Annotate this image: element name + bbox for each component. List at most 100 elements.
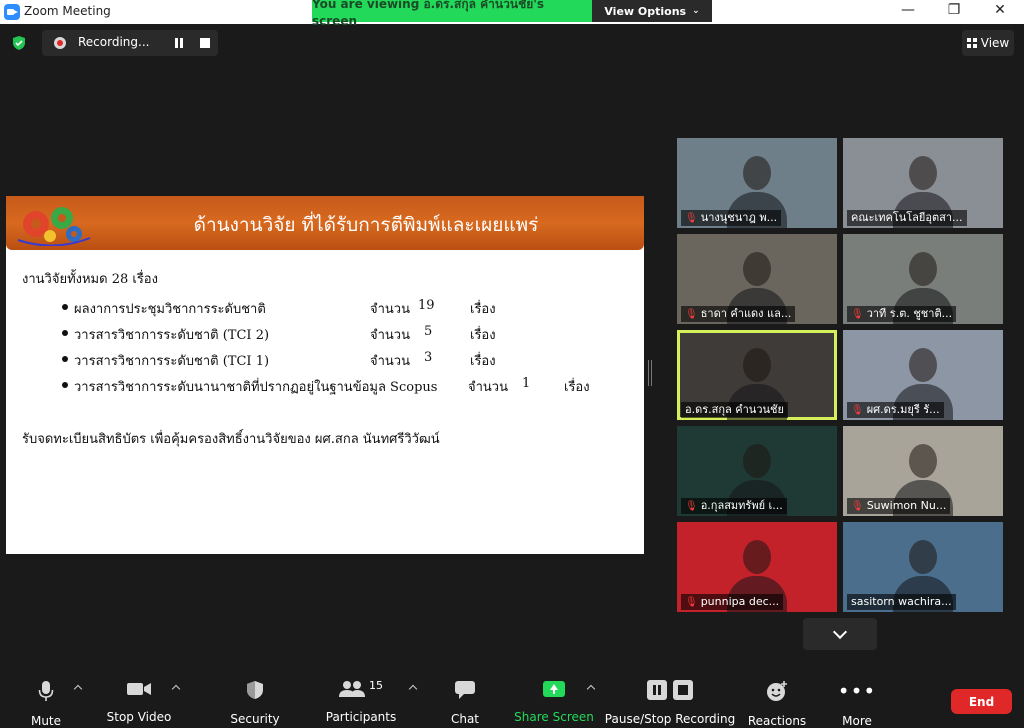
view-options-button[interactable]: View Options ⌄ <box>592 0 712 22</box>
bullet <box>62 382 68 388</box>
more-button[interactable]: ••• More <box>837 679 877 728</box>
security-button[interactable]: Security <box>230 680 280 726</box>
chat-button[interactable]: Chat <box>445 680 485 726</box>
list-item: วารสารวิชาการระดับชาติ (TCI 2) จำนวน 5 เ… <box>62 324 622 344</box>
encryption-shield-icon[interactable] <box>11 35 27 51</box>
more-label: More <box>842 714 872 728</box>
chat-label: Chat <box>450 712 480 726</box>
participant-name-text: ผศ.ดร.มยุรี รั... <box>866 403 940 416</box>
recording-label: Recording... <box>78 35 150 49</box>
mute-button[interactable]: Mute <box>26 680 66 728</box>
pause-stop-recording-label: Pause/Stop Recording <box>604 712 736 726</box>
participant-name: 🎙 ธาดา คำแดง แล... <box>681 306 796 322</box>
participant-tile[interactable]: คณะเทคโนโลยีอุตสา... <box>843 138 1003 228</box>
participant-name: sasitorn wachira... <box>847 594 956 610</box>
participant-tile[interactable]: 🎙 อ.กุลสมทรัพย์ เ... <box>677 426 837 516</box>
participant-name-text: นางนุชนาฎ พ... <box>700 211 778 224</box>
share-screen-label: Share Screen <box>514 710 594 724</box>
participant-tile[interactable]: อ.ดร.สกุล คำนวนชัย <box>677 330 837 420</box>
participant-tile[interactable]: 🎙 ผศ.ดร.มยุรี รั... <box>843 330 1003 420</box>
muted-microphone-icon: 🎙 <box>851 501 864 512</box>
participant-name: 🎙 วาที ร.ต. ชูชาติ... <box>847 306 957 322</box>
patent-note: รับจดทะเบียนสิทธิบัตร เพื่อคุ้มครองสิทธิ… <box>22 432 440 447</box>
research-total: งานวิจัยทั้งหมด 28 เรื่อง <box>22 272 158 287</box>
stop-recording-icon[interactable] <box>200 38 210 48</box>
participant-name-text: Suwimon Nu... <box>866 499 947 512</box>
shared-screen: ด้านงานวิจัย ที่ได้รับการตีพิมพ์และเผยแพ… <box>6 196 644 554</box>
muted-microphone-icon: 🎙 <box>685 597 698 608</box>
list-item: วารสารวิชาการระดับนานาชาติที่ปรากฏอยู่ใน… <box>62 376 652 396</box>
microphone-icon <box>38 681 54 701</box>
gears-logo <box>17 207 91 246</box>
close-button[interactable]: ✕ <box>990 2 1010 18</box>
participants-icon <box>339 681 365 697</box>
view-options-label: View Options <box>604 4 687 18</box>
participant-tile[interactable]: 🎙 วาที ร.ต. ชูชาติ... <box>843 234 1003 324</box>
pause-stop-recording-button[interactable]: Pause/Stop Recording <box>604 680 736 726</box>
title-bar: Zoom Meeting You are viewing อ.ดร.สกุล ค… <box>0 0 1024 28</box>
window-title: Zoom Meeting <box>24 4 111 18</box>
participants-label: Participants <box>325 710 397 724</box>
participants-button[interactable]: 15 Participants <box>325 678 397 725</box>
recording-indicator: Recording... <box>42 30 218 56</box>
participant-name: 🎙 อ.กุลสมทรัพย์ เ... <box>681 498 787 514</box>
split-divider-handle[interactable] <box>648 360 652 386</box>
chevron-down-icon <box>832 624 848 640</box>
list-item: วารสารวิชาการระดับชาติ (TCI 1) จำนวน 3 เ… <box>62 350 622 370</box>
minimize-button[interactable]: — <box>898 2 918 18</box>
viewing-banner: You are viewing อ.ดร.สกุล คำนวนชัย's scr… <box>312 0 592 28</box>
participant-name: 🎙 punnipa dec... <box>681 594 784 610</box>
pause-recording-icon[interactable] <box>174 38 184 48</box>
list-item: ผลงาการประชุมวิชาการระดับชาติ จำนวน 19 เ… <box>62 298 622 318</box>
end-meeting-button[interactable]: End <box>951 689 1012 714</box>
share-screen-button[interactable]: Share Screen <box>514 680 594 724</box>
view-layout-button[interactable]: View <box>962 30 1014 56</box>
participant-name: 🎙 ผศ.ดร.มยุรี รั... <box>847 402 944 418</box>
video-camera-icon <box>127 683 151 695</box>
security-shield-icon <box>247 681 263 699</box>
muted-microphone-icon: 🎙 <box>685 501 698 512</box>
share-screen-icon <box>543 681 565 697</box>
participants-options-caret[interactable] <box>408 684 418 694</box>
stop-video-button[interactable]: Stop Video <box>104 680 174 724</box>
participant-tile[interactable]: sasitorn wachira... <box>843 522 1003 612</box>
slide-title: ด้านงานวิจัย ที่ได้รับการตีพิมพ์และเผยแพ… <box>193 214 539 236</box>
participant-name: คณะเทคโนโลยีอุตสา... <box>847 210 967 226</box>
participant-tile[interactable]: 🎙 นางนุชนาฎ พ... <box>677 138 837 228</box>
slide-header: ด้านงานวิจัย ที่ได้รับการตีพิมพ์และเผยแพ… <box>6 196 644 250</box>
participant-name-text: ธาดา คำแดง แล... <box>700 307 792 320</box>
participant-name-text: อ.กุลสมทรัพย์ เ... <box>700 499 783 512</box>
restore-button[interactable]: ❐ <box>944 2 964 18</box>
view-label: View <box>980 36 1010 50</box>
grid-icon <box>966 38 977 48</box>
bullet <box>62 330 68 336</box>
reactions-button[interactable]: Reactions <box>748 680 806 728</box>
participant-name-text: sasitorn wachira... <box>851 595 952 608</box>
gallery-scroll-down-button[interactable] <box>803 618 877 650</box>
audio-options-caret[interactable] <box>73 684 83 694</box>
record-icon <box>54 37 66 49</box>
participants-count: 15 <box>369 678 383 692</box>
participant-tile[interactable]: 🎙 punnipa dec... <box>677 522 837 612</box>
participant-tile[interactable]: 🎙 ธาดา คำแดง แล... <box>677 234 837 324</box>
bullet <box>62 356 68 362</box>
participant-name: 🎙 Suwimon Nu... <box>847 498 951 514</box>
muted-microphone-icon: 🎙 <box>685 309 698 320</box>
security-label: Security <box>230 712 280 726</box>
muted-microphone-icon: 🎙 <box>851 405 864 416</box>
stop-icon[interactable] <box>673 680 693 700</box>
stop-video-label: Stop Video <box>106 710 172 724</box>
smiley-plus-icon <box>767 681 787 701</box>
participant-name-text: punnipa dec... <box>700 595 780 608</box>
muted-microphone-icon: 🎙 <box>685 213 698 224</box>
meeting-toolbar: Mute Stop Video Security 15 Participants… <box>0 672 1024 728</box>
chat-bubble-icon <box>455 681 475 699</box>
participant-name: 🎙 นางนุชนาฎ พ... <box>681 210 782 226</box>
participant-name: อ.ดร.สกุล คำนวนชัย <box>681 402 788 418</box>
more-dots-icon: ••• <box>837 679 877 703</box>
participant-tile[interactable]: 🎙 Suwimon Nu... <box>843 426 1003 516</box>
chevron-down-icon: ⌄ <box>692 6 700 16</box>
pause-icon[interactable] <box>647 680 667 700</box>
muted-microphone-icon: 🎙 <box>851 309 864 320</box>
participant-name-text: คณะเทคโนโลยีอุตสา... <box>851 211 963 224</box>
